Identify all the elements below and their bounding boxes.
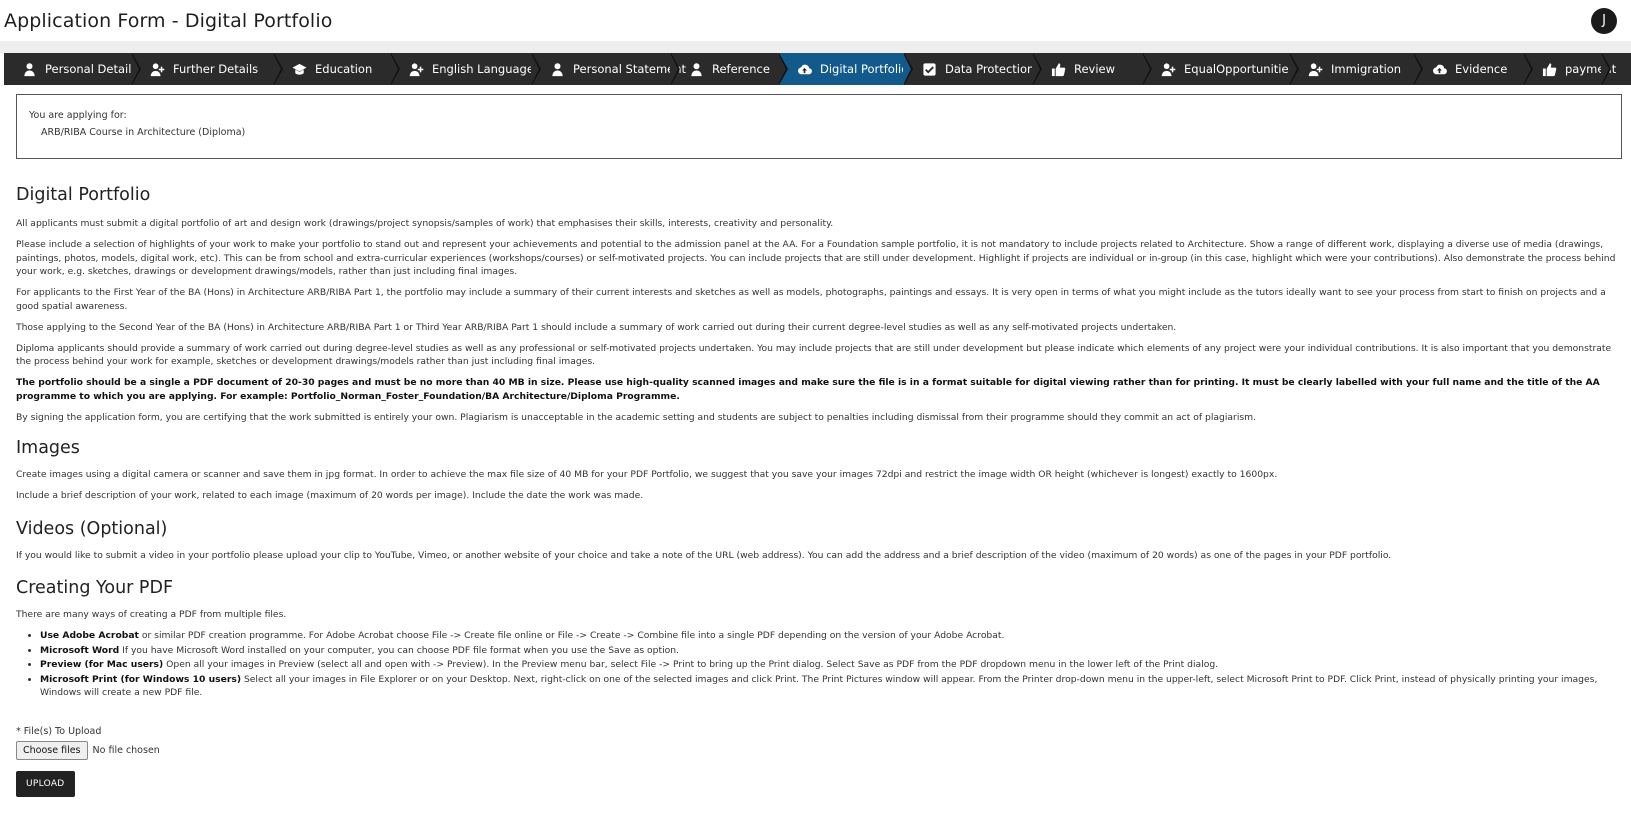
user-plus-icon (1161, 62, 1176, 77)
step-label: Data Protection (945, 62, 1035, 76)
upload-button[interactable]: UPLOAD (16, 770, 75, 797)
choose-files-button[interactable]: Choose files (16, 740, 88, 760)
step-label: payment (1565, 62, 1617, 76)
step-label: Reference (712, 62, 770, 76)
applying-for-box: You are applying for: ARB/RIBA Course in… (16, 94, 1622, 159)
user-plus-icon (409, 62, 424, 77)
step-data-protection[interactable]: Data Protection (904, 53, 1042, 85)
videos-paragraph: If you would like to submit a video in y… (16, 549, 1392, 561)
portfolio-paragraph: For applicants to the First Year of the … (16, 287, 1606, 312)
portfolio-requirements: The portfolio should be a single a PDF d… (16, 377, 1600, 402)
images-paragraph: Include a brief description of your work… (16, 490, 644, 501)
check-square-icon (922, 62, 937, 77)
step-label: Immigration (1331, 62, 1402, 76)
pdf-intro: There are many ways of creating a PDF fr… (16, 609, 287, 620)
images-paragraph: Create images using a digital camera or … (16, 469, 1278, 480)
list-item-text: Open all your images in Preview (select … (163, 659, 1219, 670)
step-payment[interactable]: payment (1524, 53, 1616, 85)
step-label: Review (1074, 62, 1116, 76)
file-status: No file chosen (92, 744, 160, 756)
list-item-title: Microsoft Word (40, 644, 120, 656)
list-item: Microsoft Word If you have Microsoft Wor… (40, 644, 1622, 658)
step-personal-statement[interactable]: Personal Statement (532, 53, 686, 85)
cloud-upload-icon (797, 62, 812, 77)
step-label: Digital Portfolio (820, 62, 909, 76)
list-item-text: Select all your images in File Explorer … (40, 673, 1598, 699)
step-immigration[interactable]: Immigration (1290, 53, 1423, 85)
file-upload-label: * File(s) To Upload (16, 725, 102, 737)
pdf-methods-list: Use Adobe Acrobat or similar PDF creatio… (40, 629, 1622, 700)
user-icon (550, 62, 565, 77)
user-icon (22, 62, 37, 77)
list-item: Use Adobe Acrobat or similar PDF creatio… (40, 629, 1622, 643)
graduation-cap-icon (292, 62, 307, 77)
portfolio-paragraph: Please include a selection of highlights… (16, 239, 1616, 277)
user-plus-icon (150, 62, 165, 77)
portfolio-paragraph: By signing the application form, you are… (16, 411, 1257, 423)
step-reference[interactable]: Reference (671, 53, 788, 85)
step-further-details[interactable]: Further Details (132, 53, 283, 85)
file-input: Choose files No file chosen (16, 740, 1622, 760)
step-label: Further Details (173, 62, 259, 76)
step-label: Personal Details (45, 62, 138, 76)
cloud-upload-icon (1432, 62, 1447, 77)
portfolio-paragraph: Diploma applicants should provide a summ… (16, 342, 1612, 368)
course-name: ARB/RIBA Course in Architecture (Diploma… (41, 127, 246, 138)
step-evidence[interactable]: Evidence (1414, 53, 1533, 85)
thumbs-up-icon (1051, 62, 1066, 77)
step-personal-details[interactable]: Personal Details (4, 53, 141, 85)
main-content: You are applying for: ARB/RIBA Course in… (0, 94, 1631, 797)
step-label: Evidence (1455, 62, 1508, 76)
list-item-title: Microsoft Print (for Windows 10 users) (40, 673, 242, 685)
step-label: EqualOpportunities (1184, 62, 1295, 76)
list-item: Preview (for Mac users) Open all your im… (40, 658, 1622, 672)
list-item: Microsoft Print (for Windows 10 users) S… (40, 673, 1622, 700)
step-education[interactable]: Education (274, 53, 400, 85)
step-review[interactable]: Review (1033, 53, 1152, 85)
section-heading-creating-pdf: Creating Your PDF (16, 578, 174, 598)
list-item-title: Preview (for Mac users) (40, 659, 164, 670)
list-item-text: If you have Microsoft Word installed on … (119, 644, 680, 656)
user-plus-icon (1308, 62, 1323, 77)
thumbs-up-icon (1542, 62, 1557, 77)
step-label: Education (315, 62, 373, 76)
section-heading-images: Images (16, 438, 80, 458)
avatar[interactable]: J (1591, 7, 1617, 34)
section-heading-digital-portfolio: Digital Portfolio (16, 185, 151, 205)
list-item-text: or similar PDF creation programme. For A… (138, 630, 1005, 641)
step-english-language[interactable]: English Language (391, 53, 541, 85)
divider (0, 41, 1631, 53)
step-label: Personal Statement (573, 62, 687, 76)
user-icon (689, 62, 704, 77)
step-navigation: Personal Details Further Details Education… (4, 53, 1631, 85)
step-label: English Language (432, 62, 534, 76)
portfolio-paragraph: All applicants must submit a digital por… (16, 218, 834, 229)
applying-for-label: You are applying for: (29, 110, 127, 121)
step-digital-portfolio[interactable]: Digital Portfolio (779, 53, 913, 85)
portfolio-paragraph: Those applying to the Second Year of the… (16, 321, 1177, 333)
step-equalopportunities[interactable]: EqualOpportunities (1143, 53, 1299, 85)
list-item-title: Use Adobe Acrobat (40, 630, 139, 641)
section-heading-videos: Videos (Optional) (16, 518, 168, 539)
top-bar: Application Form - Digital Portfolio J (0, 0, 1631, 41)
page-title: Application Form - Digital Portfolio (4, 9, 333, 32)
